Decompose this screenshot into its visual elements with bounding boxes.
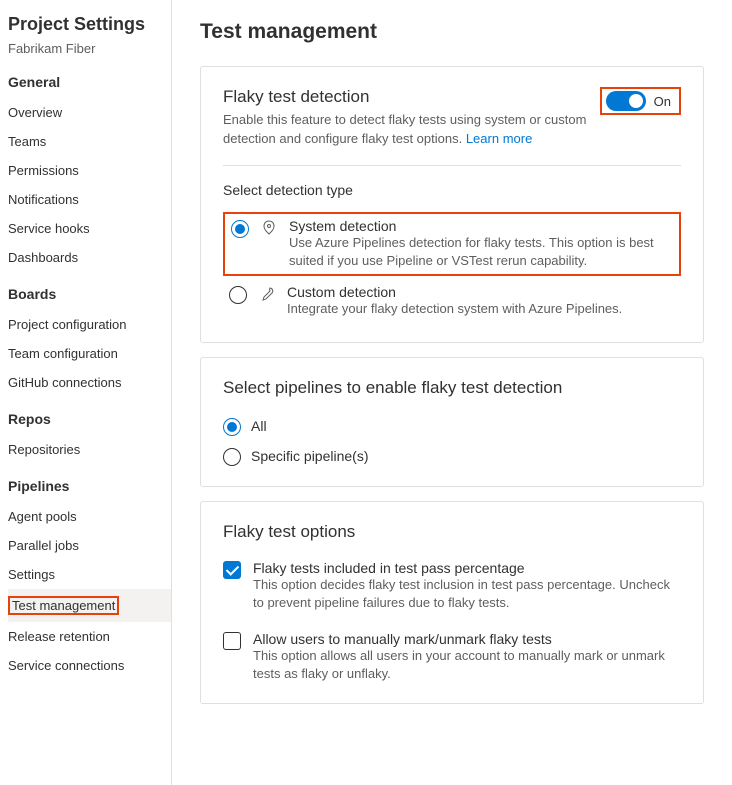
card-flaky-detection: Flaky test detection Enable this feature… [200, 66, 704, 343]
sidebar: Project Settings Fabrikam Fiber General … [0, 0, 172, 785]
radio-specific-pipelines[interactable] [223, 448, 241, 466]
toggle-label: On [654, 94, 671, 109]
section-general: General [8, 74, 171, 90]
section-pipelines: Pipelines [8, 478, 171, 494]
learn-more-link[interactable]: Learn more [466, 131, 532, 146]
detection-heading: Select detection type [223, 182, 681, 198]
section-boards: Boards [8, 286, 171, 302]
label-specific: Specific pipeline(s) [251, 448, 369, 464]
allow-title: Allow users to manually mark/unmark flak… [253, 631, 681, 647]
nav-service-connections[interactable]: Service connections [8, 651, 171, 680]
main-content: Test management Flaky test detection Ena… [172, 0, 732, 785]
sidebar-title: Project Settings [8, 14, 171, 35]
allow-desc: This option allows all users in your acc… [253, 647, 681, 683]
nav-notifications[interactable]: Notifications [8, 185, 171, 214]
highlight-toggle: On [600, 87, 681, 115]
checkbox-include-flaky[interactable] [223, 561, 241, 579]
card-pipelines: Select pipelines to enable flaky test de… [200, 357, 704, 487]
divider [223, 165, 681, 166]
include-title: Flaky tests included in test pass percen… [253, 560, 681, 576]
option-custom-detection: Custom detection Integrate your flaky de… [223, 280, 681, 322]
nav-permissions[interactable]: Permissions [8, 156, 171, 185]
radio-custom-detection[interactable] [229, 286, 247, 304]
nav-teams[interactable]: Teams [8, 127, 171, 156]
custom-detection-desc: Integrate your flaky detection system wi… [287, 300, 622, 318]
nav-dashboards[interactable]: Dashboards [8, 243, 171, 272]
project-name: Fabrikam Fiber [8, 41, 171, 56]
nav-settings[interactable]: Settings [8, 560, 171, 589]
page-title: Test management [200, 20, 704, 44]
system-detection-desc: Use Azure Pipelines detection for flaky … [289, 234, 673, 270]
flaky-desc: Enable this feature to detect flaky test… [223, 111, 600, 149]
rocket-icon [261, 220, 277, 236]
highlight-test-management: Test management [8, 596, 119, 615]
card-flaky-options: Flaky test options Flaky tests included … [200, 501, 704, 704]
radio-all-pipelines[interactable] [223, 418, 241, 436]
wrench-icon [259, 286, 275, 302]
nav-test-management[interactable]: Test management [8, 589, 171, 622]
flaky-toggle[interactable] [606, 91, 646, 111]
nav-release-retention[interactable]: Release retention [8, 622, 171, 651]
pipelines-title: Select pipelines to enable flaky test de… [223, 378, 681, 398]
custom-detection-title: Custom detection [287, 284, 622, 300]
flaky-title: Flaky test detection [223, 87, 600, 107]
radio-system-detection[interactable] [231, 220, 249, 238]
nav-agent-pools[interactable]: Agent pools [8, 502, 171, 531]
nav-repositories[interactable]: Repositories [8, 435, 171, 464]
nav-service-hooks[interactable]: Service hooks [8, 214, 171, 243]
nav-github-connections[interactable]: GitHub connections [8, 368, 171, 397]
label-all: All [251, 418, 267, 434]
nav-parallel-jobs[interactable]: Parallel jobs [8, 531, 171, 560]
section-repos: Repos [8, 411, 171, 427]
highlight-system-detection: System detection Use Azure Pipelines det… [223, 212, 681, 276]
include-desc: This option decides flaky test inclusion… [253, 576, 681, 612]
nav-team-config[interactable]: Team configuration [8, 339, 171, 368]
checkbox-allow-manual[interactable] [223, 632, 241, 650]
system-detection-title: System detection [289, 218, 673, 234]
nav-project-config[interactable]: Project configuration [8, 310, 171, 339]
options-title: Flaky test options [223, 522, 681, 542]
nav-overview[interactable]: Overview [8, 98, 171, 127]
